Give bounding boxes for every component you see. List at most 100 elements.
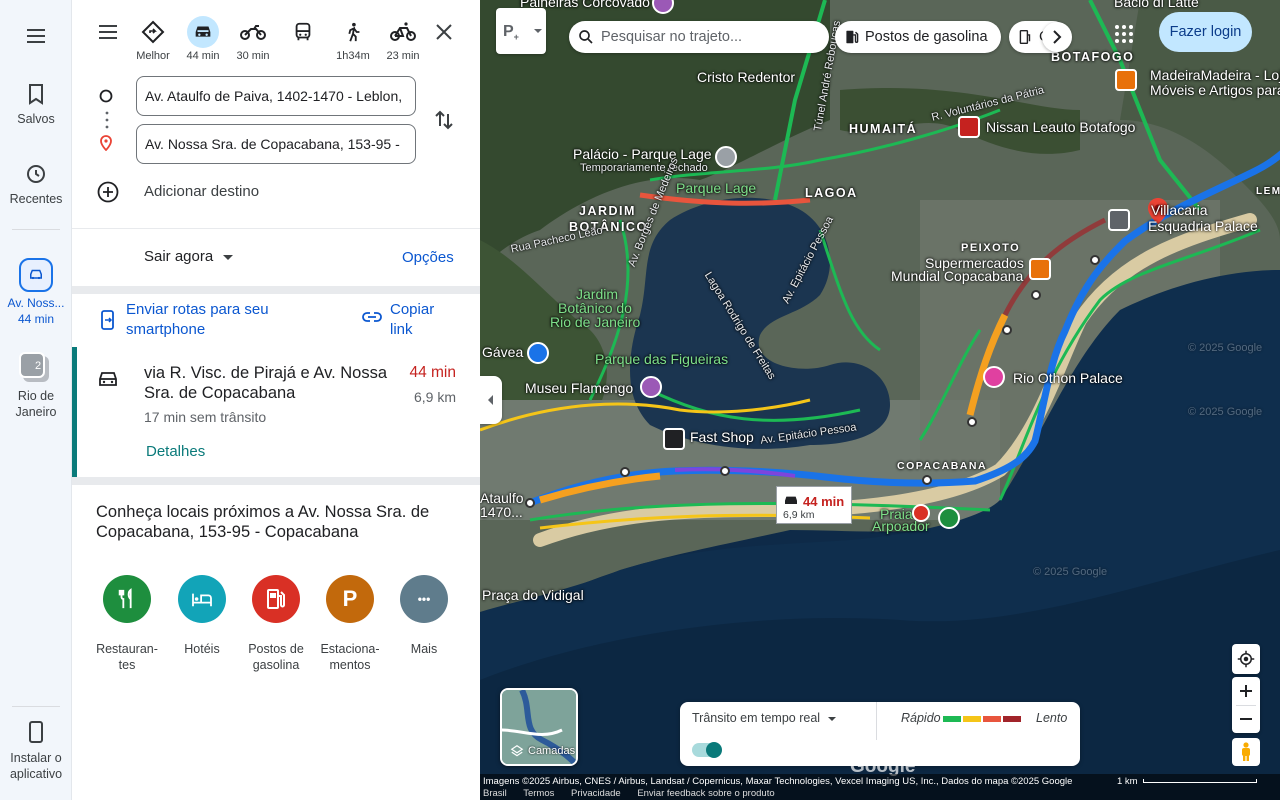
layers-button[interactable]: Camadas — [500, 688, 578, 766]
collapse-panel-button[interactable] — [480, 376, 502, 424]
footer-links: Brasil Termos Privacidade Enviar feedbac… — [483, 788, 789, 799]
map-copyright-1: © 2025 Google — [1188, 342, 1263, 354]
category-parking[interactable]: P Estaciona-mentos — [313, 575, 387, 673]
poi-park-icon[interactable] — [938, 507, 960, 529]
chips-scroll-right-button[interactable] — [1042, 22, 1072, 52]
travel-modes: Melhor 44 min 30 min 1h34m 23 min — [72, 16, 480, 66]
poi-store-icon[interactable] — [1115, 69, 1137, 91]
route-distance: 6,9 km — [413, 389, 456, 405]
close-icon[interactable] — [432, 20, 456, 44]
poi-no-entry-icon[interactable] — [912, 504, 930, 522]
phone-icon — [29, 721, 43, 743]
login-button[interactable]: Fazer login — [1159, 12, 1252, 52]
poi-landmark-icon[interactable] — [715, 146, 737, 168]
category-gas-stations[interactable]: Postos de gasolina — [239, 575, 313, 673]
traffic-toggle[interactable] — [692, 742, 722, 758]
recent-city-item[interactable]: 2 Rio de Janeiro — [0, 350, 72, 420]
mode-motorcycle[interactable]: 30 min — [229, 16, 277, 62]
swap-icon[interactable] — [432, 108, 456, 132]
saved-button[interactable]: Salvos — [0, 82, 72, 126]
map-label-cristo[interactable]: Cristo Redentor — [697, 69, 795, 85]
footer-link-feedback[interactable]: Enviar feedback sobre o produto — [637, 788, 774, 799]
bookmark-icon — [29, 84, 43, 105]
zoom-out-icon[interactable] — [1239, 712, 1253, 726]
map-label-vidigal[interactable]: Praça do Vidigal — [482, 587, 584, 603]
map-label-esquadria[interactable]: Esquadria Palace — [1148, 218, 1258, 234]
menu-icon[interactable] — [24, 24, 48, 48]
poi-security-icon[interactable] — [527, 342, 549, 364]
section-divider-thick — [72, 477, 480, 485]
recent-route-label: Av. Noss... — [7, 296, 65, 310]
mode-transit[interactable] — [279, 16, 327, 50]
category-restaurants[interactable]: Restauran-tes — [90, 575, 164, 673]
car-icon — [785, 496, 797, 504]
origin-row: Av. Ataulfo de Paiva, 1402-1470 - Leblon… — [72, 76, 480, 116]
nearby-title: Conheça locais próximos a Av. Nossa Sra.… — [96, 503, 430, 541]
google-maps-app: Salvos Recentes Av. Noss... 44 min 2 Rio… — [0, 0, 1280, 800]
category-more[interactable]: ••• Mais — [387, 575, 461, 657]
search-along-route[interactable]: Pesquisar no trajeto... — [569, 21, 829, 53]
zoom-in-icon[interactable] — [1239, 684, 1253, 698]
map-label-parque-fig[interactable]: Parque das Figueiras — [595, 351, 728, 367]
route-eta-callout[interactable]: 44 min 6,9 km — [776, 486, 852, 524]
category-hotels-label: Hotéis — [184, 642, 220, 656]
recents-button[interactable]: Recentes — [0, 162, 72, 206]
scale-label[interactable]: 1 km — [1117, 776, 1138, 787]
map-label-rio-othon[interactable]: Rio Othon Palace — [1013, 370, 1123, 386]
mode-walking-label: 1h34m — [336, 50, 370, 62]
poi-hotel-icon[interactable] — [983, 366, 1005, 388]
attribution-text: Imagens ©2025 Airbus, CNES / Airbus, Lan… — [483, 776, 1073, 787]
route-option-card[interactable]: via R. Visc. de Pirajá e Av. Nossa Sra. … — [72, 347, 480, 477]
mode-motorcycle-label: 30 min — [236, 50, 270, 62]
leave-now-dropdown[interactable]: Sair agora — [144, 248, 234, 265]
category-hotels[interactable]: Hotéis — [165, 575, 239, 657]
map-label-vilacaria[interactable]: Villacaria — [1151, 202, 1208, 218]
poi-fastshop-icon[interactable] — [663, 428, 685, 450]
poi-museum-icon[interactable] — [640, 376, 662, 398]
poi-supermarket-icon[interactable] — [1029, 258, 1051, 280]
origin-input[interactable]: Av. Ataulfo de Paiva, 1402-1470 - Leblon… — [136, 76, 416, 116]
gas-pump-icon — [267, 589, 285, 609]
chip-gas-stations[interactable]: Postos de gasolina — [835, 21, 1001, 53]
install-app-button[interactable]: Instalar o aplicativo — [0, 720, 72, 782]
parking-filter-button[interactable]: P+ — [496, 8, 546, 54]
mode-cycling[interactable]: 23 min — [379, 16, 427, 62]
map-label-museu[interactable]: Museu Flamengo — [525, 380, 633, 396]
destination-input[interactable]: Av. Nossa Sra. de Copacabana, 153-95 - — [136, 124, 416, 164]
my-location-icon — [1237, 650, 1255, 668]
map-label-palacio[interactable]: Palácio - Parque Lage — [573, 146, 712, 162]
rail-divider — [12, 229, 60, 230]
search-icon — [579, 30, 593, 44]
mode-walking[interactable]: 1h34m — [329, 16, 377, 62]
car-icon — [195, 26, 211, 37]
mode-best[interactable]: Melhor — [129, 16, 177, 62]
recent-route-item[interactable]: Av. Noss... 44 min — [0, 258, 72, 326]
map-label-batalha[interactable]: Bacio di Latte — [1114, 0, 1199, 10]
pegman-icon — [1242, 742, 1250, 761]
street-view-pegman[interactable] — [1232, 738, 1260, 766]
chip-gas-label: Postos de gasolina — [865, 29, 988, 45]
map-label-madeira[interactable]: MadeiraMadeira - Loja — [1150, 67, 1280, 83]
footer-link-terms[interactable]: Termos — [523, 788, 554, 799]
my-location-button[interactable] — [1232, 644, 1260, 674]
options-button[interactable]: Opções — [402, 249, 454, 266]
fork-knife-icon — [118, 588, 132, 609]
chevron-right-icon — [1053, 30, 1062, 44]
legend-divider — [876, 702, 877, 740]
footer-link-privacy[interactable]: Privacidade — [571, 788, 621, 799]
map-canvas[interactable]: Paineiras Corcovado Cristo Redentor Baci… — [480, 0, 1280, 800]
city-badge: 2 — [35, 360, 42, 372]
copy-link-label: Copiar link — [390, 301, 435, 338]
poi-bus-stop-icon[interactable] — [1108, 209, 1130, 231]
map-label-fast-shop[interactable]: Fast Shop — [690, 429, 754, 445]
mode-driving[interactable]: 44 min — [179, 16, 227, 62]
zoom-divider — [1236, 705, 1256, 706]
footer-link-brasil[interactable]: Brasil — [483, 788, 507, 799]
poi-nissan-icon[interactable] — [958, 116, 980, 138]
map-label-nissan[interactable]: Nissan Leauto Botafogo — [986, 119, 1135, 135]
apps-grid-icon[interactable] — [1112, 22, 1136, 46]
map-label-parque-lage[interactable]: Parque Lage — [676, 180, 756, 196]
route-details-link[interactable]: Detalhes — [146, 443, 205, 460]
traffic-live-dropdown[interactable]: Trânsito em tempo real — [692, 711, 837, 725]
install-label: Instalar o aplicativo — [9, 751, 63, 781]
